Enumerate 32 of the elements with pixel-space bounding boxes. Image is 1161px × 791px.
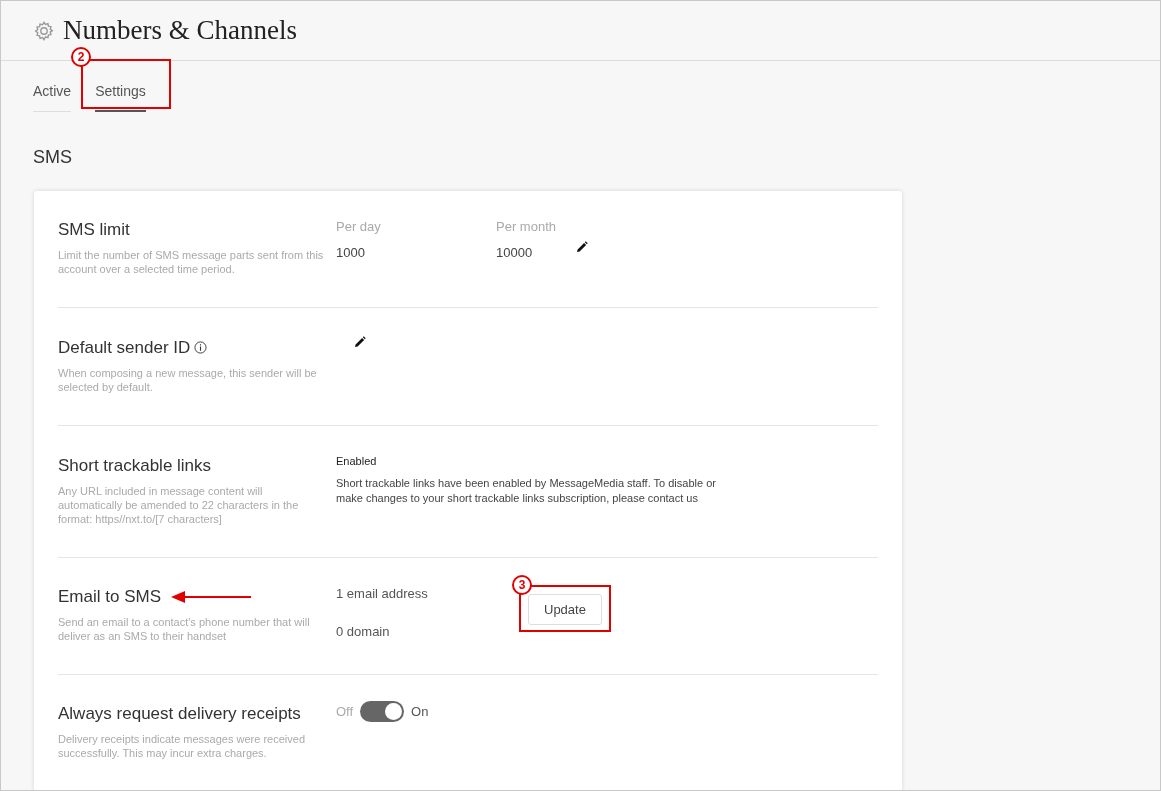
pencil-icon[interactable] bbox=[576, 241, 588, 253]
setting-description: When composing a new message, this sender will be selected by default. bbox=[58, 365, 318, 394]
update-button[interactable]: Update bbox=[528, 594, 602, 625]
settings-icon bbox=[33, 19, 55, 42]
status-text: Enabled bbox=[336, 454, 378, 469]
setting-description: Limit the number of SMS message parts sent from this account over a selected time period. bbox=[58, 247, 325, 276]
tab[interactable]: Settings bbox=[95, 81, 146, 112]
setting-title: Email to SMS bbox=[58, 586, 161, 608]
setting-description: Any URL included in message content will automatically be amended to 22 characters in the format: https//nxt.to/[7 characters] bbox=[58, 483, 300, 526]
setting-title: Short trackable links bbox=[58, 455, 212, 477]
setting-title: Default sender ID bbox=[58, 337, 191, 359]
section-heading: SMS bbox=[33, 146, 73, 169]
setting-description: Delivery receipts indicate messages were received successfully. This may incur extra charges. bbox=[58, 731, 306, 760]
count-text: 1 email address bbox=[336, 585, 428, 603]
tab[interactable]: Active bbox=[33, 81, 72, 112]
setting-description: Send an email to a contact's phone number that will deliver as an SMS to their handset bbox=[58, 614, 311, 643]
info-icon[interactable] bbox=[194, 341, 208, 355]
callout-number: 3 bbox=[512, 575, 532, 595]
field-value: 1000 bbox=[336, 243, 366, 262]
field-value: 10000 bbox=[496, 243, 534, 262]
toggle-on-label: On bbox=[411, 702, 429, 721]
toggle-switch[interactable] bbox=[360, 701, 405, 722]
setting-title: Always request delivery receipts bbox=[58, 703, 301, 725]
info-message: Short trackable links have been enabled by MessageMedia staff. To disable or make changes to your short trackable links subscription, please contact us bbox=[336, 475, 716, 506]
page-title: Numbers & Channels bbox=[63, 14, 297, 48]
setting-title: SMS limit bbox=[58, 219, 130, 241]
count-text: 0 domain bbox=[336, 622, 390, 641]
field-label: Per month bbox=[496, 218, 557, 236]
pencil-icon[interactable] bbox=[354, 336, 366, 348]
toggle-off-label: Off bbox=[336, 702, 354, 721]
callout-number: 2 bbox=[71, 47, 92, 67]
field-label: Per day bbox=[336, 218, 382, 236]
